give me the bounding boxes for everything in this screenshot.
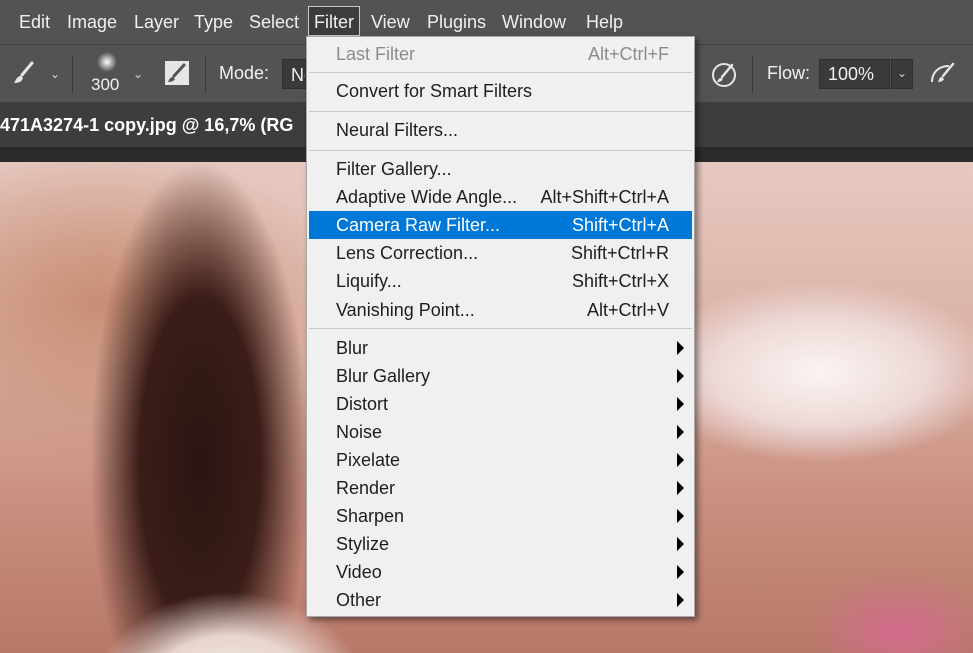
mode-select[interactable]: No xyxy=(282,59,306,89)
menu-item-label: Other xyxy=(336,590,382,610)
submenu-arrow-icon xyxy=(677,397,684,411)
menu-item-label: Distort xyxy=(336,394,389,414)
flow-dropdown[interactable]: ⌄ xyxy=(891,59,913,89)
menu-separator xyxy=(309,72,692,73)
menu-item-liquify[interactable]: Liquify... Shift+Ctrl+X xyxy=(309,267,692,295)
menu-item-noise[interactable]: Noise xyxy=(309,418,692,446)
menu-item-label: Noise xyxy=(336,422,383,442)
menu-item-vanishing-point[interactable]: Vanishing Point... Alt+Ctrl+V xyxy=(309,295,692,325)
flow-label: Flow: xyxy=(767,63,811,83)
submenu-arrow-icon xyxy=(677,537,684,551)
menu-item-shortcut: Shift+Ctrl+A xyxy=(571,215,669,235)
menu-item-label: Vanishing Point... xyxy=(336,300,475,320)
divider xyxy=(205,55,206,93)
flow-input[interactable]: 100% xyxy=(819,59,890,89)
menu-item-video[interactable]: Video xyxy=(309,558,692,586)
submenu-arrow-icon xyxy=(677,453,684,467)
menu-item-pixelate[interactable]: Pixelate xyxy=(309,446,692,474)
menu-item-label: Video xyxy=(336,562,382,582)
menu-item-convert-smart-filters[interactable]: Convert for Smart Filters xyxy=(309,76,692,106)
menu-item-label: Blur Gallery xyxy=(336,366,431,386)
menu-item-shortcut: Shift+Ctrl+X xyxy=(571,271,669,291)
menu-item-label: Adaptive Wide Angle... xyxy=(336,187,518,207)
menu-item-label: Neural Filters... xyxy=(336,120,459,140)
submenu-arrow-icon xyxy=(677,341,684,355)
menu-item-camera-raw-filter[interactable]: Camera Raw Filter... Shift+Ctrl+A xyxy=(309,211,692,239)
menu-item-adaptive-wide-angle[interactable]: Adaptive Wide Angle... Alt+Shift+Ctrl+A xyxy=(309,183,692,211)
filter-menu: Last Filter Alt+Ctrl+F Convert for Smart… xyxy=(306,36,695,617)
menu-separator xyxy=(309,328,692,329)
menu-separator xyxy=(309,150,692,151)
menu-item-label: Last Filter xyxy=(336,44,416,64)
menu-item-label: Render xyxy=(336,478,396,498)
menu-select[interactable]: Select xyxy=(249,0,299,44)
divider xyxy=(72,55,73,93)
menu-item-other[interactable]: Other xyxy=(309,586,692,614)
brush-preview-icon[interactable] xyxy=(96,51,118,78)
menu-type[interactable]: Type xyxy=(194,0,233,44)
menu-item-label: Camera Raw Filter... xyxy=(336,215,501,235)
airbrush-icon[interactable] xyxy=(710,59,740,94)
menu-item-label: Stylize xyxy=(336,534,390,554)
menu-item-label: Liquify... xyxy=(336,271,402,291)
menu-item-label: Convert for Smart Filters xyxy=(336,81,533,101)
menu-edit[interactable]: Edit xyxy=(19,0,50,44)
menu-item-shortcut: Alt+Ctrl+F xyxy=(587,44,669,64)
mode-value: No xyxy=(291,65,305,85)
menu-item-stylize[interactable]: Stylize xyxy=(309,530,692,558)
smoothing-icon[interactable] xyxy=(927,60,957,93)
menu-item-label: Blur xyxy=(336,338,369,358)
submenu-arrow-icon xyxy=(677,565,684,579)
menu-filter[interactable]: Filter xyxy=(308,6,360,36)
menu-item-label: Filter Gallery... xyxy=(336,159,452,179)
flow-value: 100% xyxy=(828,64,875,84)
mode-label: Mode: xyxy=(219,63,270,83)
chevron-down-icon[interactable]: ⌄ xyxy=(133,67,143,81)
menu-item-filter-gallery[interactable]: Filter Gallery... xyxy=(309,155,692,183)
menu-item-label: Pixelate xyxy=(336,450,401,470)
document-tab[interactable]: 471A3274-1 copy.jpg @ 16,7% (RG xyxy=(0,102,310,148)
menu-item-distort[interactable]: Distort xyxy=(309,390,692,418)
menu-item-lens-correction[interactable]: Lens Correction... Shift+Ctrl+R xyxy=(309,239,692,267)
menu-item-shortcut: Alt+Shift+Ctrl+A xyxy=(540,187,669,207)
menu-item-sharpen[interactable]: Sharpen xyxy=(309,502,692,530)
chevron-down-icon: ⌄ xyxy=(897,66,908,80)
menu-item-shortcut: Shift+Ctrl+R xyxy=(570,243,669,263)
brush-size-value[interactable]: 300 xyxy=(91,75,119,95)
chevron-down-icon[interactable]: ⌄ xyxy=(50,67,60,81)
submenu-arrow-icon xyxy=(677,425,684,439)
menu-image[interactable]: Image xyxy=(67,0,117,44)
menu-item-blur-gallery[interactable]: Blur Gallery xyxy=(309,362,692,390)
menu-item-render[interactable]: Render xyxy=(309,474,692,502)
submenu-arrow-icon xyxy=(677,509,684,523)
menu-separator xyxy=(309,111,692,112)
brush-icon[interactable] xyxy=(10,59,38,92)
menu-item-shortcut: Alt+Ctrl+V xyxy=(586,300,669,320)
menu-item-neural-filters[interactable]: Neural Filters... xyxy=(309,115,692,145)
submenu-arrow-icon xyxy=(677,481,684,495)
brush-settings-icon[interactable] xyxy=(164,60,190,91)
menu-item-label: Lens Correction... xyxy=(336,243,479,263)
menu-item-last-filter[interactable]: Last Filter Alt+Ctrl+F xyxy=(309,39,692,69)
menu-item-blur[interactable]: Blur xyxy=(309,334,692,362)
divider xyxy=(752,55,753,93)
submenu-arrow-icon xyxy=(677,369,684,383)
menu-layer[interactable]: Layer xyxy=(134,0,179,44)
menu-item-label: Sharpen xyxy=(336,506,405,526)
submenu-arrow-icon xyxy=(677,593,684,607)
